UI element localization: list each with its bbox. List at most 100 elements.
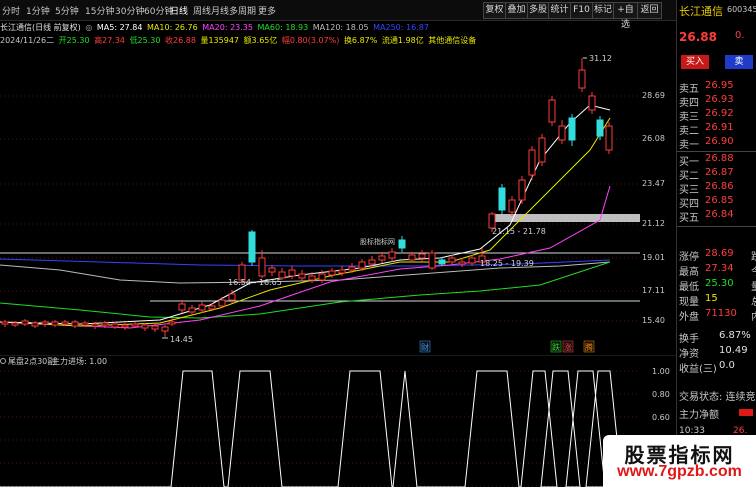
candlestick-chart[interactable]: 31.12 14.45 21.15 - 21.78 18.25 - 19.39 16.5… [0,46,640,354]
toolbar-button-5[interactable]: 标记 [592,2,614,19]
ask-price: 26.92 [705,108,734,119]
date-value: 2024/11/26二 [0,36,55,45]
trade-status: 交易状态: 连续竞价 [679,392,756,403]
stat2-label: 净资 [679,349,699,360]
chart-logo-text: 股标指标网 [360,237,395,246]
main-force-line [0,370,640,487]
indicator-chart[interactable]: 尾盘2点30副主力进场: 1.001.000.800.600.400.200.0… [0,355,676,487]
period-tab-10[interactable]: 更多 [258,4,276,17]
sell-button[interactable]: 卖 [725,55,753,69]
stat-label: 最高 [679,267,699,278]
event-tag-tag_die: 跌 [552,342,560,352]
stat-extra: 内 [751,308,756,323]
bid-price: 26.85 [705,195,734,206]
stat-value: 15 [705,293,718,304]
stat2-row: 净资 10.49 [679,345,755,360]
quote-price-row: 26.88 0. [679,30,755,44]
order-book-divider [677,151,756,152]
candle-body [161,326,169,332]
candle-body [558,125,566,141]
bid-row[interactable]: 买一 26.88 [679,153,755,168]
toolbar-button-3[interactable]: 统计 [548,2,571,19]
period-tab-1[interactable]: 1分钟 [26,4,50,17]
stat2-value: 6.87% [719,330,751,341]
ma10-value: MA10: 26.76 [147,23,198,32]
trade-status-row: 交易状态: 连续竞价 [679,388,756,403]
indicator-axis-label: 0.80 [652,390,670,399]
ask-label: 卖二 [679,126,699,137]
period-tab-2[interactable]: 5分钟 [55,4,79,17]
stat-row: 现量 15 总 [679,293,756,308]
stat-extra: 量 [751,278,756,293]
stats-divider [677,226,756,227]
stat-value: 28.69 [705,248,734,259]
price-axis-label: 21.12 [642,219,665,228]
buy-button[interactable]: 买入 [681,55,709,69]
period-tab-4[interactable]: 30分钟 [115,4,144,17]
candle-body [318,273,326,281]
period-tab-8[interactable]: 月线 [211,4,229,17]
ask-price: 26.95 [705,80,734,91]
ask-row[interactable]: 卖三 26.92 [679,108,755,123]
bid-row[interactable]: 买三 26.86 [679,181,755,196]
candle-body [21,320,29,325]
candle-body [408,254,416,261]
stat2-row: 换手 6.87% [679,330,755,345]
ask-label: 卖一 [679,140,699,151]
watermark-url: www.7gpzb.com [617,463,742,480]
candle-body [498,187,506,211]
stat-row: 涨停 28.69 跌 [679,248,756,263]
ask-price: 26.90 [705,136,734,147]
ask-row[interactable]: 卖二 26.91 [679,122,755,137]
stat2-label: 换手 [679,334,699,345]
candle-body [71,321,79,327]
ma60-line [0,261,611,319]
stat-value: 25.30 [705,278,734,289]
turnover-value: 换6.87% [343,36,378,45]
ask-label: 卖四 [679,98,699,109]
stat-row: 最低 25.30 量 [679,278,756,293]
close-value: 收26.88 [165,36,196,45]
period-tab-6[interactable]: 日线 [170,4,188,17]
bid-row[interactable]: 买四 26.85 [679,195,755,210]
bid-price: 26.87 [705,167,734,178]
toolbar-button-4[interactable]: F10 [570,2,593,19]
candle-body [61,321,69,325]
price-axis-label: 23.47 [642,179,665,188]
zone2-label: 18.25 - 19.39 [480,259,534,268]
bid-label: 买四 [679,199,699,210]
trade-buttons-row: 买入 卖 [679,55,755,69]
toolbar-button-0[interactable]: 复权 [483,2,506,19]
candle-body [188,307,196,313]
toolbar-button-1[interactable]: 叠加 [505,2,528,19]
candle-body [508,199,516,213]
ask-row[interactable]: 卖五 26.95 [679,80,755,95]
indicator-value: 主力进场: 1.00 [52,356,107,366]
ma20-value: MA20: 23.35 [202,23,253,32]
period-tab-3[interactable]: 15分钟 [85,4,114,17]
candle-body [348,266,356,271]
period-tab-7[interactable]: 周线 [193,4,211,17]
toolbar-button-6[interactable]: +自选 [613,2,638,30]
bid-row[interactable]: 买五 26.84 [679,209,755,224]
ask-row[interactable]: 卖一 26.90 [679,136,755,151]
toolbar-button-7[interactable]: 返回 [637,2,662,19]
bid-row[interactable]: 买二 26.87 [679,167,755,182]
high-value: 高27.34 [94,36,126,45]
ma120-value: MA120: 18.05 [312,23,369,32]
gear-icon[interactable]: ◎ [85,23,92,32]
period-tab-0[interactable]: 分时 [2,4,20,17]
quote-stock-code: 600345 [727,5,756,14]
candle-body [448,257,456,263]
event-tag-tag_teng: 腾 [585,342,593,352]
zone3-label: 16.54 - 16.65 [228,278,282,287]
period-tab-9[interactable]: 多周期 [229,4,256,17]
indicator-axis-label: 0.60 [652,413,670,422]
candle-body [31,322,39,327]
toolbar-button-2[interactable]: 多股 [527,2,549,19]
candle-body [468,257,476,264]
ask-row[interactable]: 卖四 26.93 [679,94,755,109]
candle-body [198,304,206,311]
quote-price: 26.88 [679,30,717,44]
candle-body [605,125,613,151]
